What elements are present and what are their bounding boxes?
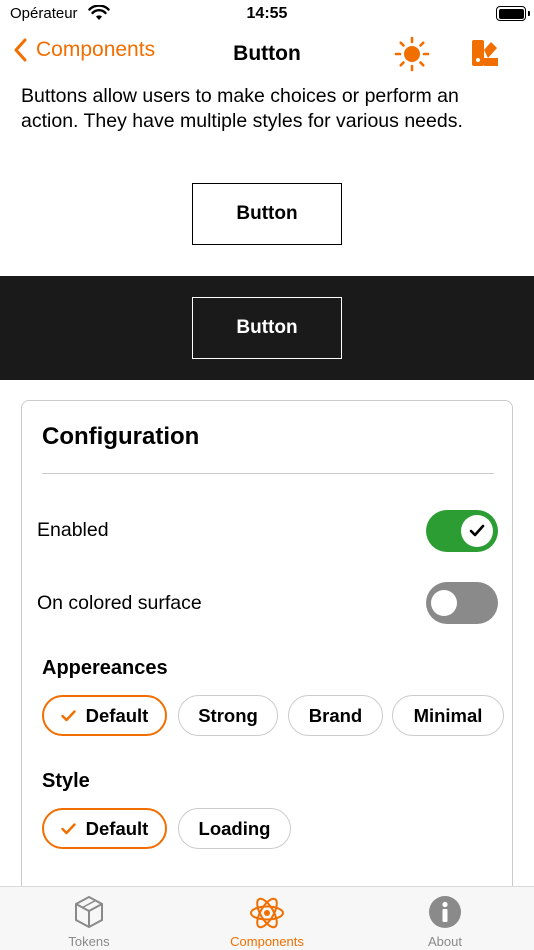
chip-appearance-strong[interactable]: Strong (178, 695, 278, 736)
chip-label: Brand (308, 704, 363, 726)
checkmark-icon (469, 524, 485, 537)
enabled-label: Enabled (37, 519, 109, 541)
configuration-divider (42, 473, 494, 474)
atom-icon (178, 895, 356, 931)
status-time: 14:55 (246, 5, 288, 22)
cube-icon (0, 895, 178, 929)
appearances-label: Appereances (42, 657, 168, 679)
colored-surface-label: On colored surface (37, 592, 202, 614)
chip-label: Strong (198, 704, 258, 726)
tab-label: Tokens (68, 934, 110, 949)
colored-surface-toggle[interactable] (426, 582, 498, 624)
enabled-toggle[interactable] (426, 510, 498, 552)
chip-label: Loading (198, 817, 271, 839)
chip-appearance-brand[interactable]: Brand (288, 695, 383, 736)
style-label: Style (42, 770, 90, 792)
tab-about[interactable]: About (356, 887, 534, 950)
battery-tip (528, 11, 530, 16)
chip-label: Default (85, 704, 149, 726)
component-description: Buttons allow users to make choices or p… (21, 85, 463, 132)
tab-label: Components (230, 934, 304, 949)
chip-appearance-minimal[interactable]: Minimal (392, 695, 504, 736)
checkmark-icon (60, 822, 76, 834)
palette-icon[interactable] (468, 36, 502, 75)
tab-label: About (428, 934, 462, 949)
checkmark-icon (60, 709, 76, 721)
demo-button-light[interactable]: Button (192, 183, 342, 245)
chip-style-loading[interactable]: Loading (178, 808, 291, 849)
status-bar: Opérateur 14:55 (0, 0, 534, 30)
configuration-card: Configuration Enabled On colored surface… (21, 400, 513, 950)
battery-icon (496, 6, 526, 21)
chip-style-default[interactable]: Default (42, 808, 167, 849)
configuration-title: Configuration (42, 423, 200, 450)
toggle-knob (461, 515, 493, 547)
toggle-knob (431, 590, 457, 616)
chip-appearance-default[interactable]: Default (42, 695, 167, 736)
demo-button-dark[interactable]: Button (192, 297, 342, 359)
page-title: Button (233, 42, 301, 65)
sun-icon[interactable] (394, 36, 430, 77)
tab-tokens[interactable]: Tokens (0, 887, 178, 950)
chip-label: Minimal (413, 704, 483, 726)
navigation-bar: Components Button (0, 30, 534, 80)
info-icon (356, 895, 534, 929)
tab-components[interactable]: Components (178, 887, 356, 950)
tab-bar: Tokens Components About (0, 886, 534, 950)
chip-label: Default (85, 817, 149, 839)
